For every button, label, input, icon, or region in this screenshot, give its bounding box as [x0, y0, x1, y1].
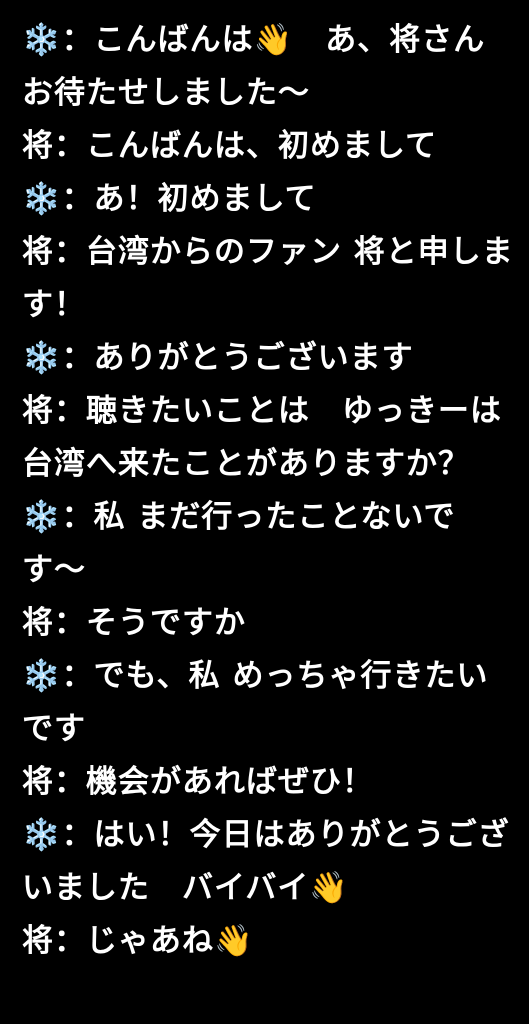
message-line: ❄️：こんばんは👋 あ、将さん お待たせしました〜	[22, 22, 518, 111]
message-line: ❄️：私 まだ行ったことないです〜	[22, 499, 456, 588]
message-line: ❄️：あ！初めまして	[22, 181, 317, 217]
message-line: ❄️：ありがとうございます	[22, 340, 414, 376]
message-line: ❄️：でも、私 めっちゃ行きたいです	[22, 658, 489, 747]
message-line: 将：こんばんは、初めまして	[22, 128, 438, 164]
message-line: 将：機会があればぜひ！	[22, 764, 374, 800]
message-line: ❄️：はい！今日はありがとうございました バイバイ👋	[22, 817, 510, 906]
message-line: 将：聴きたいことは ゆっきーは台湾へ来たことがありますか？	[22, 393, 502, 482]
chat-transcript: ❄️：こんばんは👋 あ、将さん お待たせしました〜 将：こんばんは、初めまして …	[22, 14, 517, 968]
message-line: 将：じゃあね👋	[22, 923, 254, 959]
message-line: 将：そうですか	[22, 605, 246, 641]
message-line: 将：台湾からのファン 将と申します！	[22, 234, 514, 323]
